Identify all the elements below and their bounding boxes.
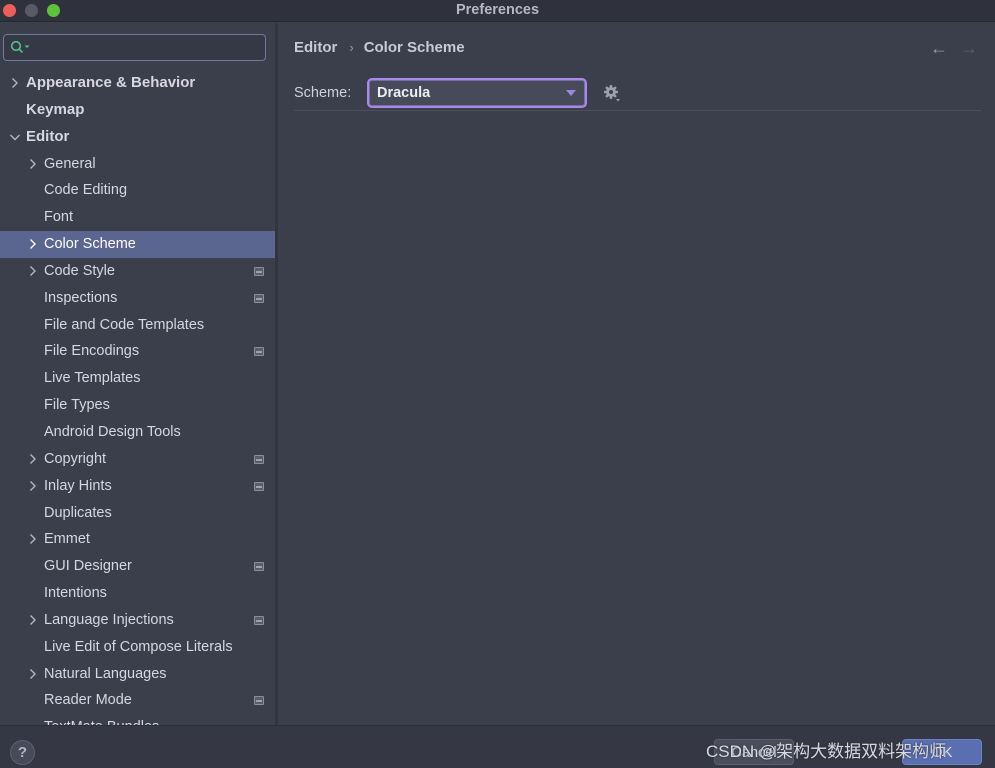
forward-arrow-icon[interactable]: → — [960, 39, 978, 57]
sidebar-item-label: Inlay Hints — [44, 477, 112, 494]
sidebar-item-label: Editor — [26, 127, 70, 145]
sidebar-item-label: GUI Designer — [44, 558, 132, 575]
project-level-icon — [254, 562, 264, 572]
settings-tree: Appearance & Behavior Keymap Editor General… — [0, 70, 275, 725]
project-level-icon — [254, 696, 264, 706]
sidebar-item-label: Live Templates — [44, 370, 141, 387]
sidebar-item-label: File Encodings — [44, 343, 140, 360]
sidebar-item-label: Duplicates — [44, 504, 112, 521]
sidebar-item-code-editing[interactable]: Code Editing — [0, 177, 275, 204]
settings-search-box[interactable] — [3, 34, 266, 61]
sidebar-item-intentions[interactable]: Intentions — [0, 580, 275, 607]
chevron-right-icon[interactable] — [26, 151, 40, 177]
sidebar-item-label: Keymap — [26, 100, 85, 118]
sidebar-item-emmet[interactable]: Emmet — [0, 526, 275, 553]
sidebar-item-android-design-tools[interactable]: Android Design Tools — [0, 419, 275, 446]
watermark-text: CSDN @架构大数据双料架构师 — [706, 742, 947, 761]
scheme-label: Scheme: — [294, 85, 352, 101]
sidebar-item-label: Intentions — [44, 585, 107, 602]
sidebar-item-label: TextMate Bundles — [44, 714, 159, 725]
sidebar-item-file-encodings[interactable]: File Encodings — [0, 338, 275, 365]
chevron-right-icon[interactable] — [26, 231, 40, 257]
dropdown-arrow-icon — [566, 90, 576, 96]
project-level-icon — [254, 347, 264, 357]
sidebar-item-language-injections[interactable]: Language Injections — [0, 607, 275, 634]
sidebar-item-reader-mode[interactable]: Reader Mode — [0, 687, 275, 714]
back-arrow-icon[interactable]: ← — [930, 39, 948, 57]
sidebar-item-gui-designer[interactable]: GUI Designer — [0, 553, 275, 580]
sidebar-item-font[interactable]: Font — [0, 204, 275, 231]
project-level-icon — [254, 293, 264, 303]
breadcrumb-color-scheme: Color Scheme — [363, 39, 465, 56]
sidebar-item-editor[interactable]: Editor — [0, 124, 275, 151]
sidebar-item-label: Natural Languages — [44, 665, 167, 682]
sidebar-item-label: File Types — [44, 397, 110, 414]
chevron-right-icon[interactable] — [26, 661, 40, 687]
sidebar-item-label: Language Injections — [44, 611, 174, 628]
project-level-icon — [254, 266, 264, 276]
sidebar-item-keymap[interactable]: Keymap — [0, 97, 275, 124]
sidebar-item-label: Color Scheme — [44, 236, 136, 253]
sidebar-item-label: Appearance & Behavior — [26, 74, 196, 91]
sidebar-item-code-style[interactable]: Code Style — [0, 258, 275, 285]
project-level-icon — [254, 615, 264, 625]
settings-content: Editor › Color Scheme ← → Scheme: Dracula — [278, 23, 995, 725]
sidebar-item-color-scheme[interactable]: Color Scheme — [0, 231, 275, 258]
gear-icon[interactable] — [603, 84, 623, 104]
breadcrumb-separator-icon: › — [349, 40, 354, 55]
sidebar-item-label: Reader Mode — [44, 692, 132, 709]
sidebar-item-file-types[interactable]: File Types — [0, 392, 275, 419]
window-title: Preferences — [455, 2, 540, 18]
chevron-right-icon[interactable] — [26, 446, 40, 472]
sidebar-item-label: Emmet — [44, 531, 90, 548]
chevron-right-icon[interactable] — [8, 70, 22, 96]
chevron-right-icon[interactable] — [26, 473, 40, 499]
sidebar-item-label: General — [44, 155, 96, 172]
scheme-divider — [294, 110, 981, 111]
breadcrumb-editor[interactable]: Editor — [294, 39, 337, 56]
sidebar-item-general[interactable]: General — [0, 151, 275, 178]
sidebar-item-textmate-bundles[interactable]: TextMate Bundles — [0, 714, 275, 725]
chevron-right-icon[interactable] — [26, 258, 40, 284]
project-level-icon — [254, 481, 264, 491]
sidebar-item-label: Font — [44, 209, 74, 226]
sidebar-item-file-and-code-templates[interactable]: File and Code Templates — [0, 312, 275, 339]
sidebar-item-inlay-hints[interactable]: Inlay Hints — [0, 473, 275, 500]
search-icon — [10, 40, 30, 54]
scheme-dropdown-value: Dracula — [377, 85, 431, 101]
settings-sidebar: Appearance & Behavior Keymap Editor General… — [0, 23, 275, 725]
sidebar-item-duplicates[interactable]: Duplicates — [0, 500, 275, 527]
title-bar: Preferences — [0, 0, 995, 22]
sidebar-item-label: File and Code Templates — [44, 316, 205, 333]
sidebar-item-label: Code Editing — [44, 182, 128, 199]
sidebar-item-copyright[interactable]: Copyright — [0, 446, 275, 473]
breadcrumb: Editor › Color Scheme — [294, 39, 465, 56]
chevron-down-icon[interactable] — [8, 124, 22, 150]
sidebar-item-inspections[interactable]: Inspections — [0, 285, 275, 312]
sidebar-item-label: Copyright — [44, 450, 107, 467]
sidebar-item-appearance-behavior[interactable]: Appearance & Behavior — [0, 70, 275, 97]
chevron-right-icon[interactable] — [26, 526, 40, 552]
chevron-right-icon[interactable] — [26, 607, 40, 633]
sidebar-item-live-templates[interactable]: Live Templates — [0, 365, 275, 392]
sidebar-item-label: Android Design Tools — [44, 423, 181, 440]
sidebar-item-label: Live Edit of Compose Literals — [44, 638, 233, 655]
sidebar-item-label: Inspections — [44, 289, 118, 306]
sidebar-item-natural-languages[interactable]: Natural Languages — [0, 661, 275, 688]
help-button[interactable]: ? — [10, 740, 35, 765]
scheme-dropdown[interactable]: Dracula — [367, 78, 587, 108]
project-level-icon — [254, 454, 264, 464]
settings-search-input[interactable] — [34, 38, 259, 56]
sidebar-item-live-edit-of-compose-literals[interactable]: Live Edit of Compose Literals — [0, 634, 275, 661]
sidebar-item-label: Code Style — [44, 262, 115, 279]
